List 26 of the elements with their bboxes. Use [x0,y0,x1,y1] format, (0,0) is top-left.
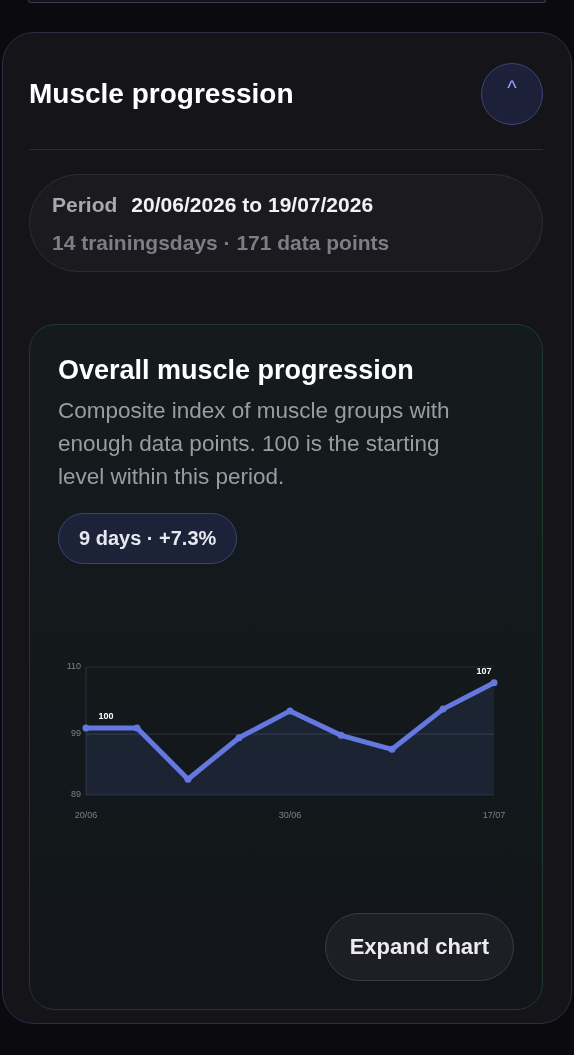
data-point [184,775,192,783]
data-point [133,724,141,732]
axis-label: 17/07 [482,810,506,820]
collapse-button[interactable]: ^ [481,63,543,125]
summary-badge: 9 days · +7.3% [58,513,238,564]
card-description: Composite index of muscle groups with enough data points. 100 is the starting level within this period. [58,397,451,491]
axis-label: 20/06 [74,810,98,820]
expand-chart-button[interactable]: Expand chart [324,913,514,981]
period-range: 20/06/2026 to 19/07/2026 [131,193,374,217]
data-point [235,734,243,742]
data-point [490,679,498,687]
period-summary: 14 trainingsdays · 171 data points [52,231,391,255]
axis-label: 89 [71,789,81,799]
period-label: Period [52,193,118,217]
data-point [337,731,345,739]
data-point [82,724,90,732]
axis-label: 110 [66,661,81,671]
axis-label: 30/06 [278,810,302,820]
value-label: 107 [476,665,492,676]
value-label: 100 [98,710,114,721]
axis-label: 99 [71,728,81,739]
data-point [286,707,294,715]
card-title: Overall muscle progression [58,355,415,386]
section-title: Muscle progression [29,78,294,110]
data-point [388,745,396,753]
data-point [439,705,447,713]
